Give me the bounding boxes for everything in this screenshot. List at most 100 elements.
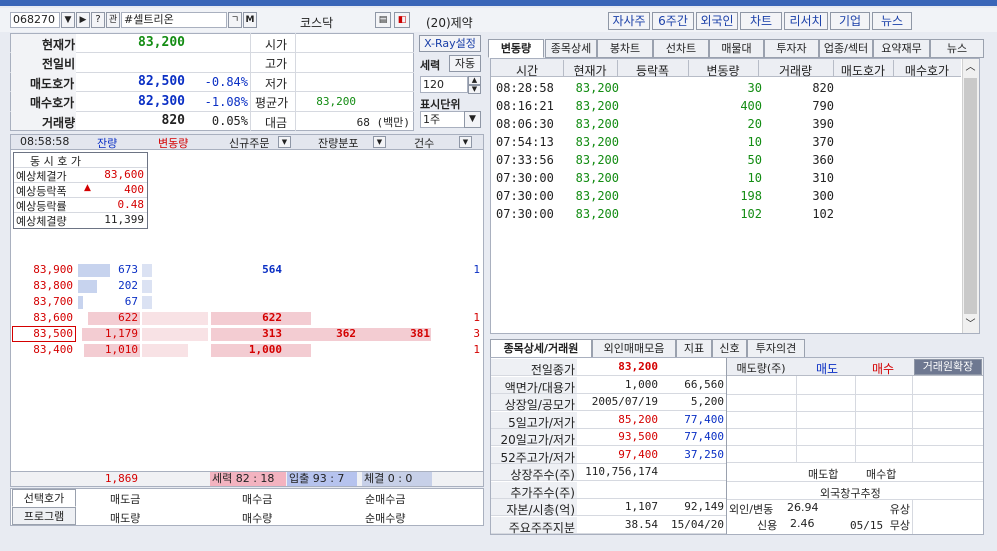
prev-stock-button[interactable]: ㄱ xyxy=(228,12,242,28)
tab-right-3[interactable]: 선차트 xyxy=(653,39,709,58)
broker-row-divider xyxy=(727,428,983,429)
count-input[interactable]: 120 xyxy=(420,76,468,93)
detail-divider xyxy=(577,515,726,516)
trade-price: 83,200 xyxy=(575,81,619,95)
new-order-header[interactable]: 신규주문 xyxy=(229,135,269,151)
detail-label: 52주고가/저가 xyxy=(500,450,575,465)
ob-qty: 1,179 xyxy=(104,327,138,340)
trade-price: 83,200 xyxy=(575,189,619,203)
tab-detail-3[interactable]: 신호 xyxy=(712,339,747,358)
detail-label: 전일종가 xyxy=(530,363,575,377)
unit-select[interactable]: 1주 xyxy=(420,111,468,128)
detail-value-2: 77,400 xyxy=(684,430,724,443)
trade-header-2: 등락폭 xyxy=(635,64,670,78)
help-icon[interactable]: ? xyxy=(91,12,105,28)
unit-dropdown-icon[interactable]: ▼ xyxy=(464,111,481,128)
broker-expand-button[interactable]: 거래원확장 xyxy=(914,359,982,375)
scroll-up-icon[interactable]: ︿ xyxy=(963,60,978,75)
memo-button[interactable]: M xyxy=(243,12,257,28)
new-order-dropdown-icon[interactable]: ▼ xyxy=(278,136,291,148)
expected-label: 예상체결량 xyxy=(16,215,67,228)
ob-qty: 1,010 xyxy=(104,343,138,356)
count-dropdown-icon[interactable]: ▼ xyxy=(459,136,472,148)
tab-right-2[interactable]: 봉차트 xyxy=(597,39,653,58)
broker-col-divider xyxy=(855,376,856,462)
trade-time: 07:30:00 xyxy=(496,207,554,221)
tab-right-5[interactable]: 투자자 xyxy=(764,39,819,58)
tab-right-6[interactable]: 업종/섹터 xyxy=(819,39,873,58)
stock-code-input[interactable]: 068270 xyxy=(10,12,60,28)
tab-detail-0[interactable]: 종목상세/거래원 xyxy=(490,339,592,358)
expected-value: 83,600 xyxy=(104,168,144,181)
nav-button-4[interactable]: 리서치 xyxy=(784,12,828,30)
buy-amount-label: 매수금 xyxy=(242,493,273,506)
nav-button-3[interactable]: 차트 xyxy=(740,12,782,30)
trade-change-qty: 10 xyxy=(747,135,762,149)
count-down-icon[interactable]: ▼ xyxy=(468,85,481,94)
xray-settings-button[interactable]: X-Ray설정 xyxy=(419,35,481,52)
auto-button[interactable]: 자동 xyxy=(449,55,481,72)
ob-qty: 622 xyxy=(118,311,138,324)
paid-in-label: 유상 xyxy=(889,503,910,516)
nav-button-0[interactable]: 자사주 xyxy=(608,12,650,30)
alert-icon[interactable]: ◧ xyxy=(394,12,410,28)
tab-right-0[interactable]: 변동량 xyxy=(488,39,544,58)
avg-value: 83,200 xyxy=(316,95,356,108)
broker-row-divider xyxy=(727,394,983,395)
broker-col-divider xyxy=(912,499,913,534)
ob-price[interactable]: 83,900 xyxy=(15,263,73,276)
dist-header[interactable]: 잔량분포 xyxy=(318,135,358,151)
detail-value-1: 1,000 xyxy=(624,377,658,391)
trade-header-6: 매수호가 xyxy=(904,64,950,78)
detail-value-2: 15/04/20 xyxy=(671,517,724,531)
tab-right-1[interactable]: 종목상세 xyxy=(545,39,597,58)
code-dropdown-icon[interactable]: ▼ xyxy=(61,12,75,28)
sell-sum-label: 매도합 xyxy=(808,468,839,481)
tab-detail-4[interactable]: 투자의견 xyxy=(747,339,805,358)
trade-price: 83,200 xyxy=(575,135,619,149)
header-divider xyxy=(758,60,759,77)
tab-right-4[interactable]: 매물대 xyxy=(709,39,764,58)
chart-toggle-icon[interactable]: ▤ xyxy=(375,12,391,28)
tab-selected-quote[interactable]: 선택호가 xyxy=(12,489,76,507)
next-icon[interactable]: ▶ xyxy=(76,12,90,28)
trade-change-qty: 20 xyxy=(747,117,762,131)
tab-detail-2[interactable]: 지표 xyxy=(676,339,712,358)
nav-button-6[interactable]: 뉴스 xyxy=(872,12,912,30)
stock-search-icon[interactable]: 관 xyxy=(106,12,120,28)
trade-volume: 790 xyxy=(812,99,834,113)
avg-label: 평균가 xyxy=(255,96,289,110)
ob-price[interactable]: 83,700 xyxy=(15,295,73,308)
ob-price[interactable]: 83,600 xyxy=(15,311,73,324)
trade-change-qty: 50 xyxy=(747,153,762,167)
tab-right-7[interactable]: 요약재무 xyxy=(873,39,930,58)
detail-label: 추가주수(주) xyxy=(510,485,575,500)
tab-detail-1[interactable]: 외인매매모음 xyxy=(592,339,676,358)
trade-volume: 390 xyxy=(812,117,834,131)
stock-name-field[interactable]: #셀트리온 xyxy=(121,12,227,28)
ob-dist-1: 362 xyxy=(336,327,356,340)
count-up-icon[interactable]: ▲ xyxy=(468,76,481,85)
tab-program[interactable]: 프로그램 xyxy=(12,507,76,525)
trade-time: 07:33:56 xyxy=(496,153,554,167)
nav-button-1[interactable]: 6주간 xyxy=(652,12,694,30)
scroll-down-icon[interactable]: ﹀ xyxy=(963,317,978,332)
dist-dropdown-icon[interactable]: ▼ xyxy=(373,136,386,148)
header-divider xyxy=(563,60,564,77)
ob-qty: 202 xyxy=(118,279,138,292)
detail-divider xyxy=(577,497,726,499)
ask-pct: -0.84% xyxy=(204,75,248,89)
ob-price[interactable]: 83,800 xyxy=(15,279,73,292)
trade-volume: 102 xyxy=(812,207,834,221)
trade-volume: 360 xyxy=(812,153,834,167)
free-issue-value: 05/15 무상 xyxy=(850,519,910,532)
detail-value-1: 38.54 xyxy=(624,517,658,531)
nav-button-5[interactable]: 기업 xyxy=(830,12,870,30)
nav-button-2[interactable]: 외국인 xyxy=(696,12,738,30)
tab-right-8[interactable]: 뉴스 xyxy=(930,39,984,58)
ob-count: 3 xyxy=(473,327,480,340)
ob-price[interactable]: 83,400 xyxy=(15,343,73,356)
scroll-thumb[interactable] xyxy=(964,78,977,314)
trade-change-qty: 30 xyxy=(747,81,762,95)
ob-change-bar xyxy=(142,344,188,357)
